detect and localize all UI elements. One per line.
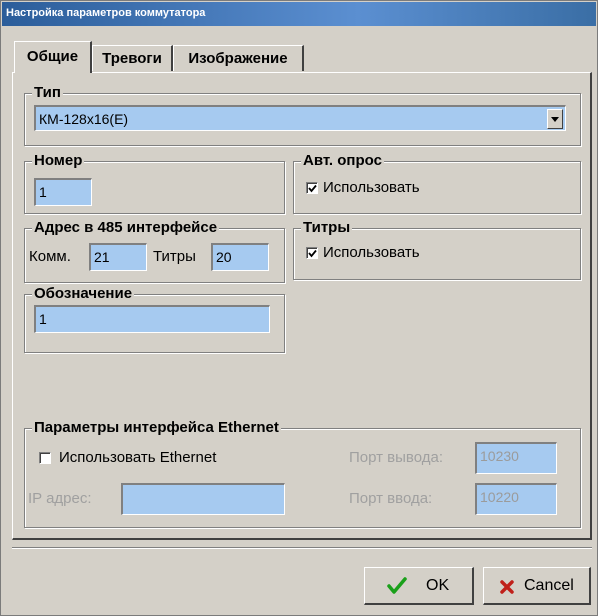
- out-port-label: Порт вывода:: [349, 449, 443, 466]
- tab-image[interactable]: Изображение: [173, 45, 304, 71]
- comm-address-input[interactable]: 21: [89, 243, 147, 271]
- titles-address-input[interactable]: 20: [211, 243, 269, 271]
- checkmark-icon: [387, 577, 407, 594]
- use-ethernet-label: Использовать Ethernet: [59, 449, 217, 466]
- dropdown-button[interactable]: [547, 109, 563, 129]
- checkmark-icon: [308, 184, 317, 193]
- designation-input[interactable]: 1: [34, 305, 270, 333]
- comm-label: Комм.: [29, 248, 71, 265]
- in-port-input[interactable]: 10220: [475, 483, 557, 515]
- ip-address-label: IP адрес:: [28, 490, 92, 507]
- out-port-input[interactable]: 10230: [475, 442, 557, 474]
- number-group-legend: Номер: [32, 152, 85, 170]
- window-title: Настройка параметров коммутатора: [2, 2, 596, 26]
- settings-dialog: Настройка параметров коммутатора Общие Т…: [0, 0, 598, 616]
- type-group-legend: Тип: [32, 84, 63, 102]
- auto-poll-checkbox-label: Использовать: [323, 179, 420, 196]
- ip-address-input[interactable]: [121, 483, 285, 515]
- type-select-value: КМ-128x16(E): [39, 111, 129, 127]
- ok-button-label: OK: [426, 577, 450, 594]
- titles-group-legend: Титры: [301, 219, 353, 237]
- number-input[interactable]: 1: [34, 178, 92, 206]
- auto-poll-group-legend: Авт. опрос: [301, 152, 384, 170]
- titles-checkbox-label: Использовать: [323, 244, 420, 261]
- titles-checkbox[interactable]: [306, 247, 318, 259]
- chevron-down-icon: [551, 117, 559, 122]
- cancel-button[interactable]: Cancel: [483, 567, 591, 605]
- address-group-legend: Адрес в 485 интерфейсе: [32, 219, 220, 237]
- use-ethernet-checkbox[interactable]: [39, 452, 51, 464]
- ok-button[interactable]: OK: [364, 567, 474, 605]
- tab-alarms[interactable]: Тревоги: [92, 45, 173, 71]
- tab-general[interactable]: Общие: [14, 41, 92, 73]
- auto-poll-checkbox[interactable]: [306, 182, 318, 194]
- close-icon: [500, 580, 514, 594]
- type-select[interactable]: КМ-128x16(E): [34, 105, 566, 131]
- titles-address-label: Титры: [153, 248, 196, 265]
- designation-group-legend: Обозначение: [32, 285, 135, 303]
- bottom-divider: [12, 547, 592, 549]
- cancel-button-label: Cancel: [524, 577, 574, 594]
- ethernet-group-legend: Параметры интерфейса Ethernet: [32, 419, 281, 437]
- in-port-label: Порт ввода:: [349, 490, 433, 507]
- checkmark-icon: [308, 249, 317, 258]
